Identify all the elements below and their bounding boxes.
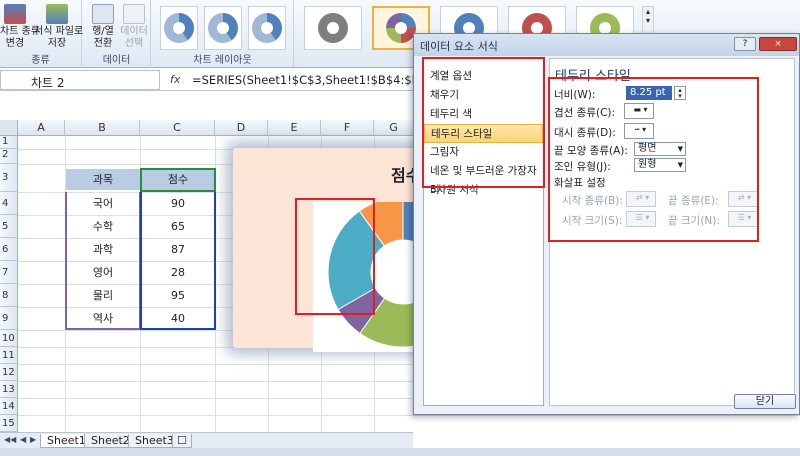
grid-line xyxy=(18,415,800,416)
style-donut-icon xyxy=(386,13,416,43)
row-header[interactable]: 11 xyxy=(0,347,18,364)
layout-donut-icon xyxy=(164,13,194,43)
column-header[interactable]: D xyxy=(215,120,268,136)
group-name-layouts: 차트 레이아웃 xyxy=(193,55,252,66)
group-name-data: 데이터 xyxy=(102,55,131,66)
fx-label[interactable]: fx xyxy=(170,73,180,86)
chart-layout-1[interactable] xyxy=(160,6,198,50)
chart-style-1[interactable] xyxy=(304,6,362,50)
style-donut-icon xyxy=(318,13,348,43)
row-header[interactable]: 2 xyxy=(0,149,18,164)
switch-row-column-icon xyxy=(92,4,114,24)
next-sheet-icon[interactable]: ▶ xyxy=(30,435,36,444)
help-button[interactable]: ? xyxy=(734,37,756,51)
table-header-subject[interactable]: 과목 xyxy=(66,169,140,190)
layout-donut-icon xyxy=(252,13,282,43)
name-box[interactable]: 차트 2 xyxy=(0,70,160,90)
column-header[interactable]: F xyxy=(321,120,374,136)
select-data-button[interactable]: 데이터 선택 xyxy=(119,4,149,50)
ribbon-group-type: 차트 종류 변경 서식 파일로 저장 종류 xyxy=(0,0,84,68)
row-header[interactable]: 1 xyxy=(0,136,18,149)
prev-sheet-icon[interactable]: ◀ xyxy=(20,435,26,444)
highlight-box-nav xyxy=(422,57,545,188)
row-header[interactable]: 8 xyxy=(0,284,18,307)
select-data-label: 데이터 선택 xyxy=(120,26,148,49)
format-data-point-dialog[interactable]: 데이터 요소 서식 ? × 계열 옵션 채우기 테두리 색 테두리 스타일 그림… xyxy=(413,33,800,415)
column-header[interactable]: B xyxy=(65,120,140,136)
column-header[interactable]: G xyxy=(374,120,414,136)
column-header[interactable]: A xyxy=(18,120,65,136)
new-sheet-icon[interactable]: ☐ xyxy=(172,434,192,448)
row-header[interactable]: 10 xyxy=(0,330,18,347)
save-template-label: 서식 파일로 저장 xyxy=(34,26,84,49)
highlight-box-panel xyxy=(548,77,759,242)
series-name-highlight xyxy=(140,168,216,192)
highlight-box-chart xyxy=(295,198,375,315)
save-template-icon xyxy=(46,4,68,24)
column-header[interactable]: C xyxy=(140,120,215,136)
value-range-highlight xyxy=(140,192,216,330)
row-header[interactable]: 4 xyxy=(0,192,18,215)
status-bar xyxy=(0,448,800,456)
group-name-type: 종류 xyxy=(31,55,50,66)
row-header[interactable]: 15 xyxy=(0,415,18,432)
switch-row-column-label: 행/열 전환 xyxy=(92,26,114,49)
row-header[interactable]: 7 xyxy=(0,261,18,284)
chart-layout-3[interactable] xyxy=(248,6,286,50)
switch-row-column-button[interactable]: 행/열 전환 xyxy=(89,4,117,50)
select-all-corner[interactable] xyxy=(0,120,18,136)
category-range-highlight xyxy=(65,192,141,330)
row-header[interactable]: 13 xyxy=(0,381,18,398)
layout-donut-icon xyxy=(208,13,238,43)
chart-layout-2[interactable] xyxy=(204,6,242,50)
chart-type-icon xyxy=(4,4,26,24)
row-header[interactable]: 12 xyxy=(0,364,18,381)
row-header[interactable]: 5 xyxy=(0,215,18,238)
row-header[interactable]: 6 xyxy=(0,238,18,261)
row-header[interactable]: 3 xyxy=(0,164,18,192)
select-data-icon xyxy=(123,4,145,24)
formula-input[interactable]: =SERIES(Sheet1!$C$3,Sheet1!$B$4:$B$9,She… xyxy=(192,73,422,87)
close-button[interactable]: 닫기 xyxy=(734,394,796,409)
row-header[interactable]: 14 xyxy=(0,398,18,415)
close-icon[interactable]: × xyxy=(759,37,797,51)
row-header[interactable]: 9 xyxy=(0,307,18,330)
ribbon-group-layouts: 차트 레이아웃 xyxy=(152,0,294,68)
change-chart-type-button[interactable]: 차트 종류 변경 xyxy=(0,4,40,50)
ribbon-group-data: 행/열 전환 데이터 선택 데이터 xyxy=(83,0,151,68)
save-template-button[interactable]: 서식 파일로 저장 xyxy=(34,4,84,50)
sheet-tabs-bar: ◀◀ ◀ ▶ Sheet1 Sheet2 Sheet3 ☐ xyxy=(0,432,413,448)
column-header[interactable]: E xyxy=(268,120,321,136)
first-sheet-icon[interactable]: ◀◀ xyxy=(4,435,16,444)
